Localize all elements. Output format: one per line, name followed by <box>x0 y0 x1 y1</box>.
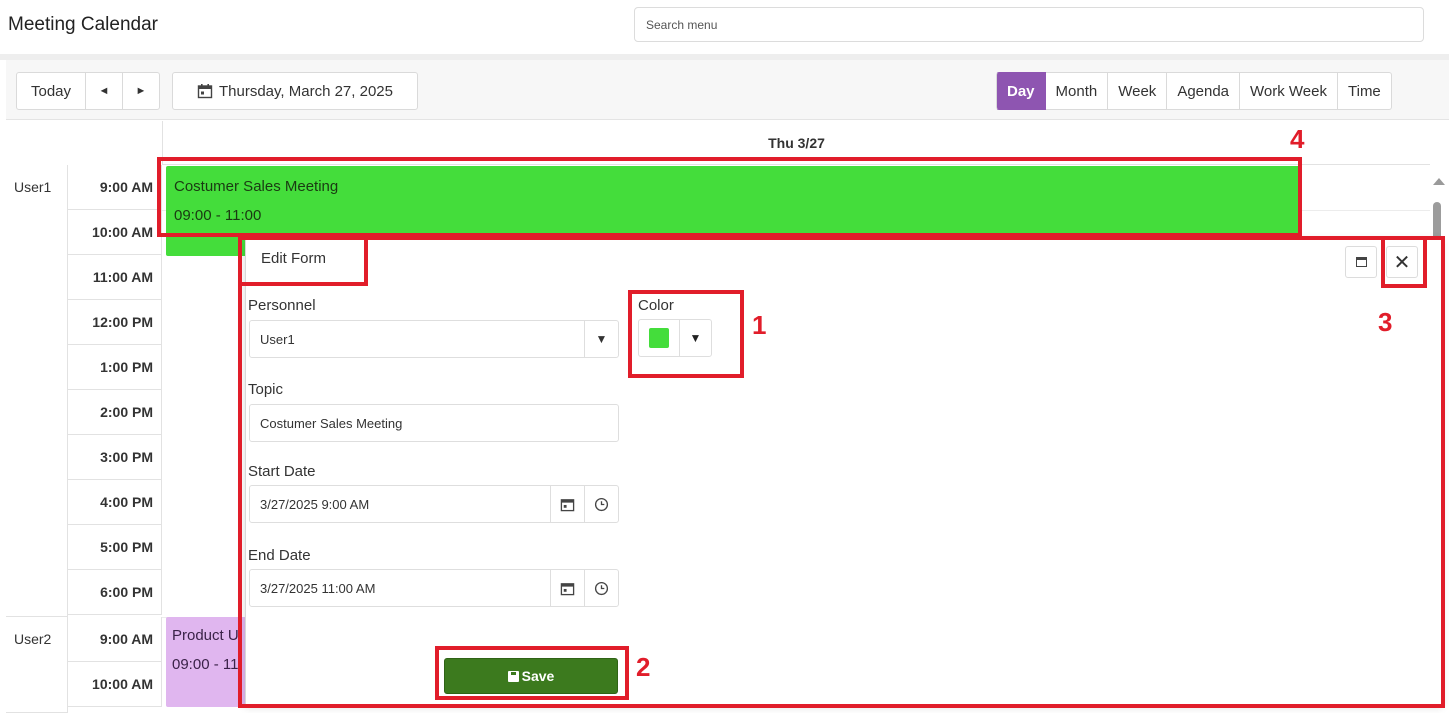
annotation-box-form <box>238 236 1445 708</box>
arrow-left-icon: ◄ <box>98 85 110 97</box>
event-title: Product U <box>172 627 239 644</box>
time-slot: 11:00 AM <box>68 255 162 300</box>
search-input[interactable] <box>635 8 1423 41</box>
annotation-box-form-title <box>238 236 368 286</box>
time-slot: 12:00 PM <box>68 300 162 345</box>
annotation-box-close <box>1381 236 1427 288</box>
time-slot: 3:00 PM <box>68 435 162 480</box>
time-slot: 10:00 AM <box>68 210 162 255</box>
annotation-box-color <box>628 290 744 378</box>
time-slot: 6:00 PM <box>68 570 162 615</box>
event-product[interactable]: Product U 09:00 - 11 <box>166 617 246 707</box>
arrow-right-icon: ► <box>135 85 147 97</box>
view-agenda-button[interactable]: Agenda <box>1167 72 1241 110</box>
annotation-box-event <box>157 157 1302 237</box>
current-date-label: Thursday, March 27, 2025 <box>219 82 393 100</box>
scroll-up-icon[interactable] <box>1433 178 1445 185</box>
view-week-button[interactable]: Week <box>1108 72 1168 110</box>
view-day-button[interactable]: Day <box>996 72 1046 110</box>
prev-button[interactable]: ◄ <box>85 72 123 110</box>
date-picker-button[interactable]: Thursday, March 27, 2025 <box>172 72 418 110</box>
calendar-toolbar: Today ◄ ► Thursday, March 27, 2025 Day M… <box>6 60 1449 120</box>
time-slot: 2:00 PM <box>68 390 162 435</box>
time-slot: 1:00 PM <box>68 345 162 390</box>
time-slot: 4:00 PM <box>68 480 162 525</box>
view-switcher: Day Month Week Agenda Work Week Time <box>996 72 1392 110</box>
time-slot: 5:00 PM <box>68 525 162 570</box>
time-slot: 10:00 AM <box>68 662 162 707</box>
view-work-week-button[interactable]: Work Week <box>1240 72 1338 110</box>
time-slot: 9:00 AM <box>68 617 162 662</box>
view-month-button[interactable]: Month <box>1045 72 1109 110</box>
annotation-number-4: 4 <box>1290 124 1305 154</box>
event-time: 09:00 - 11 <box>172 656 239 673</box>
next-button[interactable]: ► <box>122 72 160 110</box>
resource-user1: User1 <box>6 165 68 617</box>
view-time-button[interactable]: Time <box>1338 72 1392 110</box>
app-title: Meeting Calendar <box>8 14 158 35</box>
annotation-number-1: 1 <box>752 310 767 340</box>
app-header: Meeting Calendar <box>0 0 1449 54</box>
annotation-number-3: 3 <box>1378 307 1393 337</box>
search-box[interactable] <box>634 7 1424 42</box>
annotation-number-2: 2 <box>636 652 651 682</box>
today-button[interactable]: Today <box>16 72 86 110</box>
resource-user2: User2 <box>6 617 68 713</box>
time-slot: 9:00 AM <box>68 165 162 210</box>
calendar-icon <box>197 84 213 99</box>
annotation-box-save <box>435 646 629 700</box>
